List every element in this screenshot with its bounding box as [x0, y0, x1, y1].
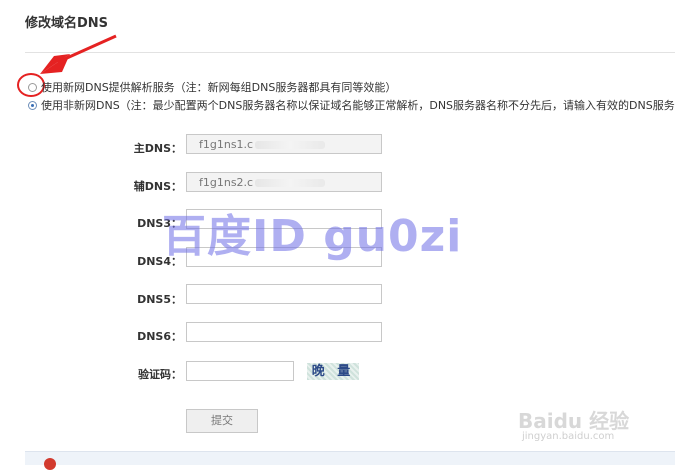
option-custom-dns-label: 使用非新网DNS（注：最少配置两个DNS服务器名称以保证域名能够正常解析，DNS…: [41, 99, 675, 112]
primary-dns-value: f1g1ns1.c: [199, 138, 254, 151]
error-icon: [44, 458, 56, 470]
captcha-label: 验证码：: [138, 368, 182, 381]
option-xinnet-dns-label: 使用新网DNS提供解析服务（注：新网每组DNS服务器都具有同等效能）: [41, 81, 397, 94]
captcha-image[interactable]: 晚 量: [307, 363, 359, 380]
secondary-dns-value: f1g1ns2.c: [199, 176, 254, 189]
dns5-input[interactable]: [186, 284, 382, 304]
page-title: 修改域名DNS: [25, 16, 109, 31]
secondary-dns-input[interactable]: f1g1ns2.c: [186, 172, 382, 192]
primary-dns-input[interactable]: f1g1ns1.c: [186, 134, 382, 154]
watermark-text: 百度ID gu0zi: [162, 211, 463, 262]
dns6-input[interactable]: [186, 322, 382, 342]
red-arrow-icon: [40, 34, 117, 74]
submit-button[interactable]: 提交: [186, 409, 258, 433]
dns5-label: DNS5：: [137, 293, 182, 306]
primary-dns-label: 主DNS：: [133, 142, 182, 155]
option-custom-dns[interactable]: 使用非新网DNS（注：最少配置两个DNS服务器名称以保证域名能够正常解析，DNS…: [28, 97, 675, 113]
redaction-blur: [255, 141, 326, 149]
radio-xinnet-dns[interactable]: [28, 82, 37, 92]
baidu-jingyan-url: jingyan.baidu.com: [522, 431, 615, 442]
option-xinnet-dns[interactable]: 使用新网DNS提供解析服务（注：新网每组DNS服务器都具有同等效能）: [28, 79, 396, 95]
redaction-blur: [255, 179, 326, 187]
captcha-input[interactable]: [186, 361, 294, 381]
radio-custom-dns[interactable]: [28, 100, 37, 110]
baidu-jingyan-logo: Baidu 经验: [518, 409, 630, 433]
dns6-label: DNS6：: [137, 330, 182, 343]
secondary-dns-label: 辅DNS：: [133, 180, 182, 193]
notice-bar: [25, 451, 675, 465]
